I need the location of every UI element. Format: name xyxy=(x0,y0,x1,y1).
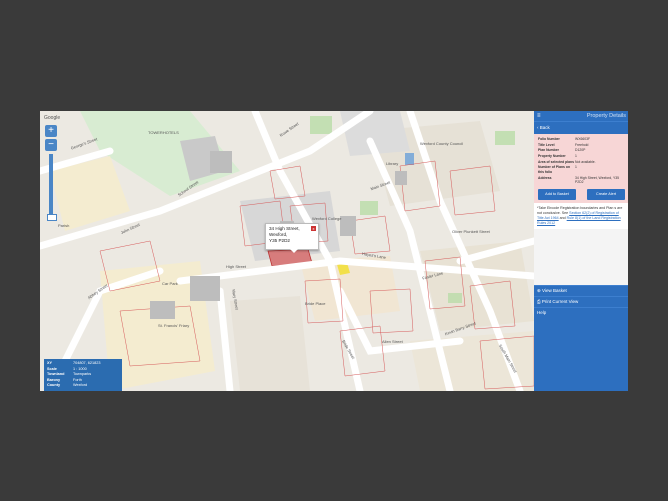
info-row: County Wexford xyxy=(47,383,119,389)
map-label-wexford-college: Wexford College xyxy=(312,216,342,221)
detail-row: Plan Number D120P xyxy=(538,148,625,153)
detail-value: WX6603F xyxy=(575,137,591,141)
zoom-slider-handle[interactable] xyxy=(47,214,57,221)
detail-key: Folio Number xyxy=(538,137,560,141)
panel-title: Property Details xyxy=(586,113,626,119)
add-to-basket-button[interactable]: Add to Basket xyxy=(538,188,576,200)
property-details-panel: ≡ Property Details ‹ Back Folio Number WX… xyxy=(534,111,628,391)
map-view[interactable]: TOWERHOTELS High Street Mary Street Rowe… xyxy=(40,111,534,391)
detail-key: Title Level xyxy=(538,142,555,147)
property-details: Folio Number WX6603F Title Level Freehold … xyxy=(534,134,628,203)
map-label-bride-place: Bride Place xyxy=(305,301,326,306)
detail-value: Freehold xyxy=(575,142,589,147)
menu-icon[interactable]: ≡ xyxy=(537,111,541,121)
view-basket-link[interactable]: ⊕ View Basket xyxy=(534,285,628,296)
google-attribution: Google xyxy=(44,115,61,121)
map-label-car-park: Car Park xyxy=(162,281,178,286)
detail-value: 1 xyxy=(575,154,577,159)
map-label-st-francis: St. Francis' Friary xyxy=(158,323,190,328)
map-label-parish: Parish xyxy=(58,223,70,228)
disclaimer-part: and xyxy=(559,215,566,220)
disclaimer-part: *Take Eircode Registration boundaries an… xyxy=(537,205,614,210)
map-label-high-street: High Street xyxy=(226,264,247,269)
create-alert-button[interactable]: Create Alert xyxy=(587,188,625,200)
detail-row: Title Level Freehold xyxy=(538,143,625,148)
map-label-allen-street: Allen Street xyxy=(382,339,403,344)
back-button[interactable]: ‹ Back xyxy=(534,121,628,134)
detail-actions: Add to Basket Create Alert xyxy=(538,188,625,200)
detail-key: Property Number xyxy=(538,154,566,159)
detail-row: Folio Number WX6603F xyxy=(538,137,625,142)
popup-line-3: Y35 P2D2 xyxy=(269,238,290,243)
detail-row: Number of Plans on this folio 1 xyxy=(538,165,625,174)
detail-value: 34 High Street, Wexford, Y35 P2D2 xyxy=(575,175,619,185)
detail-row: Area of selected plans Not available. xyxy=(538,160,625,165)
help-link[interactable]: Help xyxy=(534,307,628,318)
info-value: Wexford xyxy=(73,383,88,387)
coordinate-info-box: XY 704807, 621823 Scale 1 : 1000 Townland T… xyxy=(44,359,122,391)
map-label-tower-hotel: TOWERHOTELS xyxy=(148,130,179,135)
detail-value: Not available. xyxy=(575,159,596,164)
popup-pointer xyxy=(290,249,298,253)
info-key: County xyxy=(47,383,61,387)
detail-key: Address xyxy=(538,175,552,180)
panel-links: ⊕ View Basket ⎙ Print Current View Help xyxy=(534,285,628,391)
detail-row: Address 34 High Street, Wexford, Y35 P2D2 xyxy=(538,176,625,185)
detail-value: D120P xyxy=(575,148,586,153)
address-popup: 34 High Street, Wexford, Y35 P2D2 x xyxy=(265,223,319,253)
popup-close-button[interactable]: x xyxy=(311,226,316,231)
panel-header: ≡ Property Details xyxy=(534,111,628,121)
detail-value: 1 xyxy=(575,165,577,170)
map-label-wexford-county: Wexford County Council xyxy=(420,141,464,146)
detail-row: Property Number 1 xyxy=(538,154,625,159)
map-label-library: Library xyxy=(386,161,399,166)
detail-key: Plan Number xyxy=(538,148,559,153)
zoom-out-button[interactable]: − xyxy=(45,139,57,151)
zoom-in-button[interactable]: + xyxy=(45,125,57,137)
print-current-view-link[interactable]: ⎙ Print Current View xyxy=(534,296,628,307)
zoom-slider[interactable] xyxy=(49,154,53,216)
map-label-oliver-plunkett: Oliver Plunkett Street xyxy=(452,229,490,234)
detail-key: Number of Plans on this folio xyxy=(538,165,571,174)
app-window: TOWERHOTELS High Street Mary Street Rowe… xyxy=(40,111,628,391)
disclaimer-text: *Take Eircode Registration boundaries an… xyxy=(534,202,628,229)
map-canvas[interactable] xyxy=(40,111,534,391)
detail-key: Area of selected plans xyxy=(538,159,574,164)
